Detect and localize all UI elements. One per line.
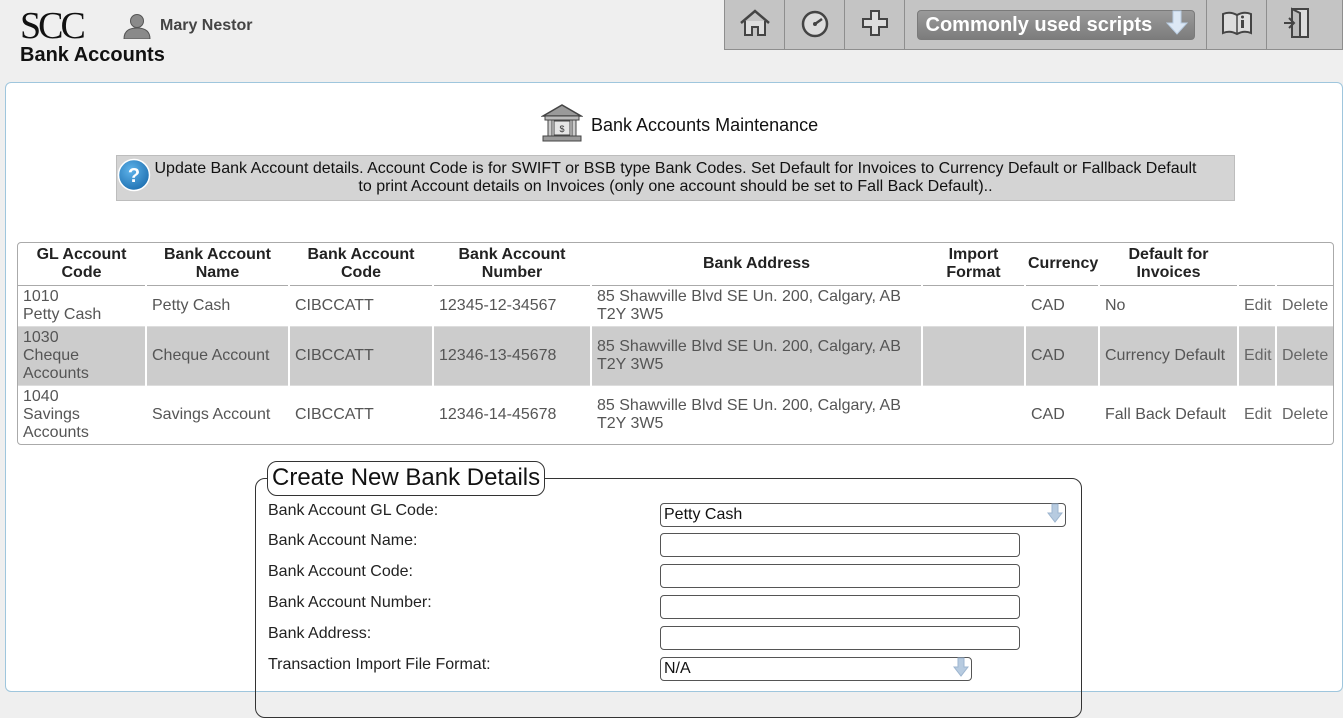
gl-code-selected-value: Petty Cash bbox=[664, 506, 743, 523]
cell-currency: CAD bbox=[1025, 384, 1100, 444]
cell-currency: CAD bbox=[1025, 284, 1100, 326]
cell-default-for-invoices: No bbox=[1099, 284, 1239, 326]
add-button[interactable] bbox=[845, 0, 905, 50]
cell-gl-account: 1030 Cheque Accounts bbox=[18, 325, 147, 385]
cell-bank-address: 85 Shawville Blvd SE Un. 200, Calgary, A… bbox=[591, 284, 923, 326]
table-row: 1010 Petty Cash Petty Cash CIBCCATT 1234… bbox=[18, 284, 1333, 326]
bank-address-label: Bank Address: bbox=[268, 625, 372, 642]
column-header-bank-address: Bank Address bbox=[591, 243, 923, 286]
exit-door-icon bbox=[1280, 6, 1314, 44]
plus-icon bbox=[858, 8, 892, 43]
account-number-input[interactable] bbox=[660, 595, 1020, 619]
info-text-line-1: Update Bank Account details. Account Cod… bbox=[154, 160, 1197, 177]
cell-account-name: Cheque Account bbox=[146, 325, 290, 385]
commonly-used-scripts-select[interactable]: Commonly used scripts bbox=[916, 9, 1195, 41]
user-name: Mary Nestor bbox=[160, 17, 253, 34]
table-row: 1040 Savings Accounts Savings Account CI… bbox=[18, 384, 1333, 444]
gl-code-select[interactable]: Petty Cash bbox=[660, 503, 1066, 527]
account-name-label: Bank Account Name: bbox=[268, 532, 418, 549]
cell-account-number: 12346-14-45678 bbox=[433, 384, 592, 444]
toolbar: Commonly used scripts bbox=[724, 0, 1343, 50]
info-box: ? Update Bank Account details. Account C… bbox=[116, 155, 1235, 201]
table-header-row: GL Account Code Bank Account Name Bank A… bbox=[18, 243, 1333, 286]
chevron-down-icon bbox=[1046, 503, 1064, 528]
user-info: Mary Nestor bbox=[122, 12, 252, 40]
dashboard-icon bbox=[798, 8, 832, 43]
column-header-bank-account-name: Bank Account Name bbox=[146, 243, 290, 286]
cell-account-name: Petty Cash bbox=[146, 284, 290, 326]
column-header-currency: Currency bbox=[1025, 243, 1100, 286]
column-header-bank-account-number: Bank Account Number bbox=[433, 243, 592, 286]
main-panel: $ Bank Accounts Maintenance ? Update Ban… bbox=[5, 82, 1343, 718]
account-code-input[interactable] bbox=[660, 564, 1020, 588]
maintenance-title: Bank Accounts Maintenance bbox=[591, 114, 819, 135]
cell-account-code: CIBCCATT bbox=[289, 284, 434, 326]
edit-link[interactable]: Edit bbox=[1238, 325, 1277, 385]
help-book-button[interactable] bbox=[1207, 0, 1267, 50]
table-row: 1030 Cheque Accounts Cheque Account CIBC… bbox=[18, 325, 1333, 385]
cell-gl-account: 1010 Petty Cash bbox=[18, 284, 147, 326]
cell-import-format bbox=[922, 325, 1026, 385]
column-header-edit bbox=[1238, 243, 1277, 286]
svg-text:?: ? bbox=[128, 165, 140, 187]
book-info-icon bbox=[1220, 8, 1254, 43]
delete-link[interactable]: Delete bbox=[1276, 384, 1333, 444]
create-form-legend: Create New Bank Details bbox=[267, 461, 546, 496]
column-header-delete bbox=[1276, 243, 1333, 286]
column-header-import-format: Import Format bbox=[922, 243, 1026, 286]
cell-gl-account: 1040 Savings Accounts bbox=[18, 384, 147, 444]
svg-text:$: $ bbox=[559, 124, 564, 134]
gl-code-label: Bank Account GL Code: bbox=[268, 502, 439, 519]
scripts-dropdown-cell: Commonly used scripts bbox=[905, 0, 1207, 50]
edit-link[interactable]: Edit bbox=[1238, 284, 1277, 326]
bank-accounts-table: GL Account Code Bank Account Name Bank A… bbox=[17, 242, 1334, 445]
page-title: Bank Accounts bbox=[20, 44, 165, 66]
home-button[interactable] bbox=[725, 0, 785, 50]
bank-building-icon: $ bbox=[540, 103, 584, 148]
cell-account-number: 12346-13-45678 bbox=[433, 325, 592, 385]
maintenance-header: $ Bank Accounts Maintenance bbox=[540, 103, 819, 148]
create-bank-details-form: Create New Bank Details Bank Account GL … bbox=[255, 461, 1082, 718]
account-name-input[interactable] bbox=[660, 533, 1020, 557]
user-icon bbox=[122, 13, 152, 39]
cell-account-name: Savings Account bbox=[146, 384, 290, 444]
cell-import-format bbox=[922, 284, 1026, 326]
column-header-gl-account-code: GL Account Code bbox=[18, 243, 147, 286]
account-code-label: Bank Account Code: bbox=[268, 563, 413, 580]
cell-account-code: CIBCCATT bbox=[289, 384, 434, 444]
cell-bank-address: 85 Shawville Blvd SE Un. 200, Calgary, A… bbox=[591, 384, 923, 444]
cell-default-for-invoices: Currency Default bbox=[1099, 325, 1239, 385]
import-format-selected-value: N/A bbox=[664, 660, 691, 677]
home-icon bbox=[738, 8, 772, 43]
exit-button[interactable] bbox=[1267, 0, 1327, 50]
cell-import-format bbox=[922, 384, 1026, 444]
import-format-select[interactable]: N/A bbox=[660, 657, 972, 681]
chevron-down-icon bbox=[1165, 9, 1188, 41]
dashboard-button[interactable] bbox=[785, 0, 845, 50]
account-number-label: Bank Account Number: bbox=[268, 594, 432, 611]
column-header-bank-account-code: Bank Account Code bbox=[289, 243, 434, 286]
chevron-down-icon bbox=[952, 657, 970, 682]
delete-link[interactable]: Delete bbox=[1276, 325, 1333, 385]
scripts-select-label: Commonly used scripts bbox=[925, 13, 1153, 36]
import-format-label: Transaction Import File Format: bbox=[268, 656, 491, 673]
cell-account-code: CIBCCATT bbox=[289, 325, 434, 385]
help-question-icon: ? bbox=[117, 158, 151, 197]
cell-bank-address: 85 Shawville Blvd SE Un. 200, Calgary, A… bbox=[591, 325, 923, 385]
column-header-default-for-invoices: Default for Invoices bbox=[1099, 243, 1239, 286]
scc-logo: SCC bbox=[20, 5, 86, 47]
bank-address-input[interactable] bbox=[660, 626, 1020, 650]
info-text-line-2: to print Account details on Invoices (on… bbox=[358, 178, 993, 195]
cell-default-for-invoices: Fall Back Default bbox=[1099, 384, 1239, 444]
cell-currency: CAD bbox=[1025, 325, 1100, 385]
edit-link[interactable]: Edit bbox=[1238, 384, 1277, 444]
delete-link[interactable]: Delete bbox=[1276, 284, 1333, 326]
cell-account-number: 12345-12-34567 bbox=[433, 284, 592, 326]
